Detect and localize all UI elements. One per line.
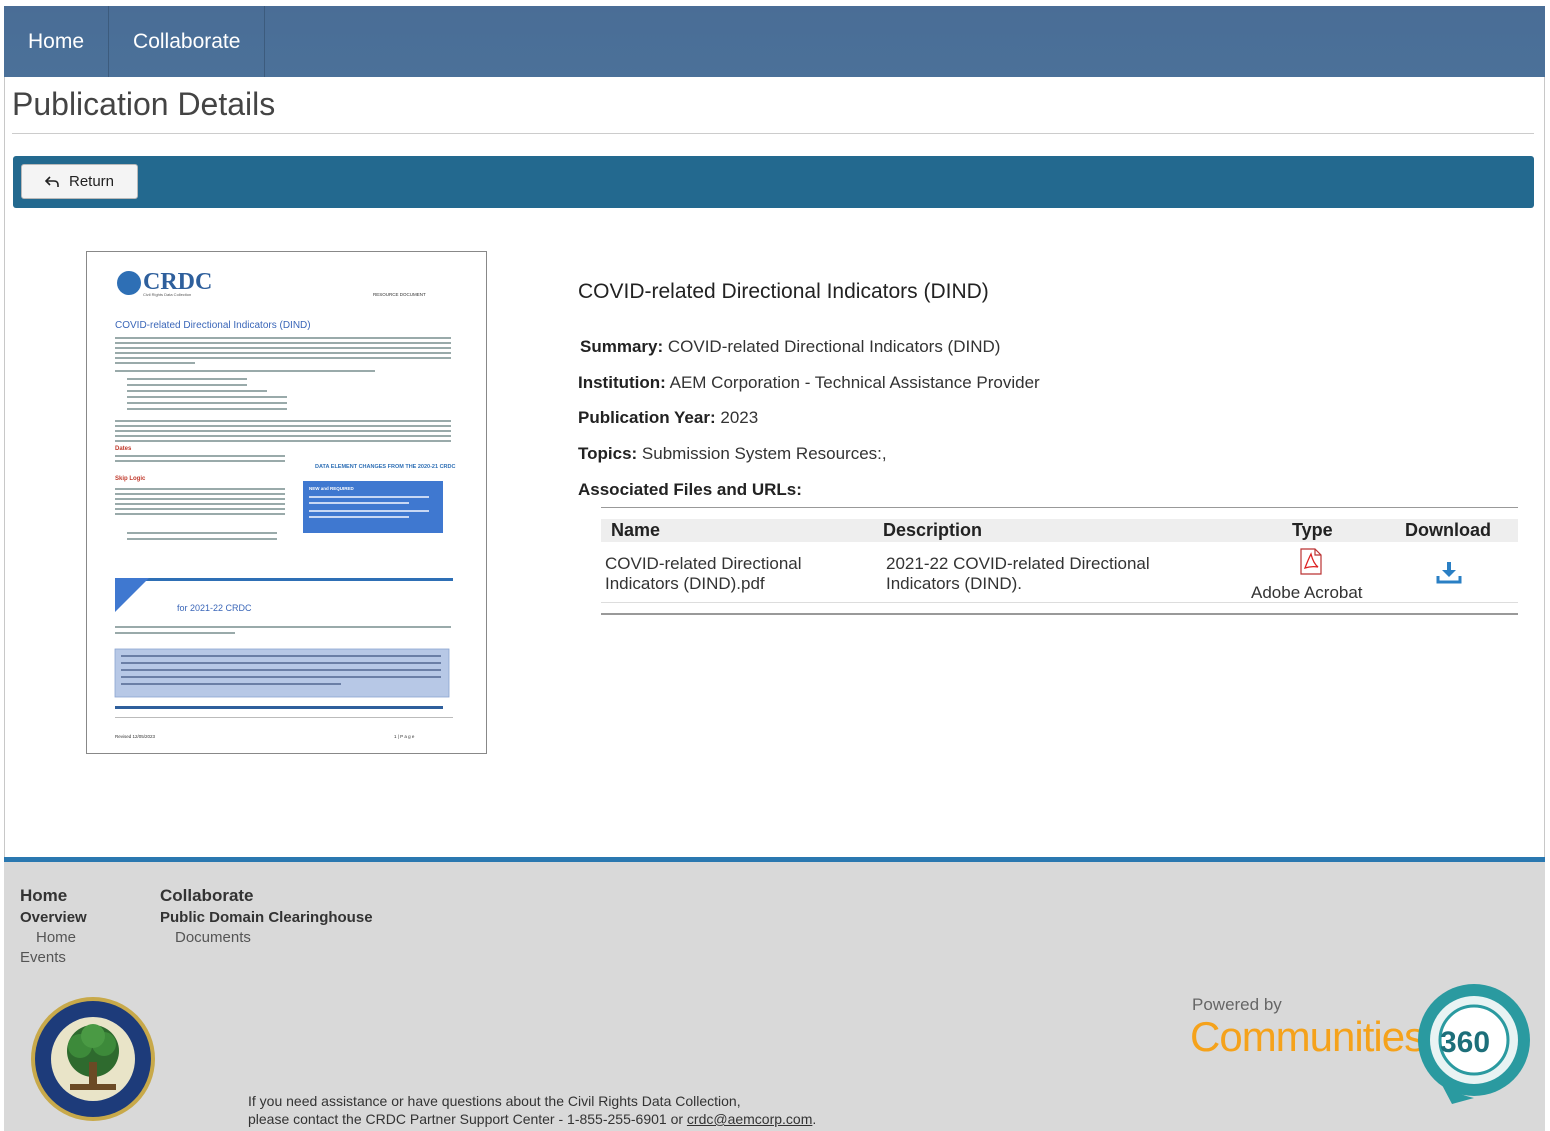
- year-value: 2023: [720, 408, 759, 427]
- institution-label: Institution:: [578, 373, 666, 392]
- pdf-icon: [1298, 548, 1324, 580]
- table-row-rule: [601, 602, 1518, 603]
- col-header-description: Description: [883, 520, 983, 540]
- col-header-type: Type: [1292, 520, 1333, 540]
- publication-title: COVID-related Directional Indicators (DI…: [578, 280, 989, 303]
- nav-home[interactable]: Home: [4, 6, 110, 77]
- footer-overview[interactable]: Overview: [20, 909, 87, 926]
- file-name-cell[interactable]: COVID-related Directional Indicators (DI…: [605, 554, 802, 594]
- assistance-line1: If you need assistance or have questions…: [248, 1093, 741, 1109]
- document-thumbnail[interactable]: CRDC Civil Rights Data Collection RESOUR…: [86, 251, 487, 754]
- institution-row: Institution: AEM Corporation - Technical…: [578, 373, 1040, 393]
- col-header-download: Download: [1405, 520, 1491, 540]
- file-type-label: Adobe Acrobat: [1251, 583, 1363, 602]
- footer-home-heading[interactable]: Home: [20, 886, 67, 906]
- footer-events-link[interactable]: Events: [20, 949, 66, 966]
- footer-clearinghouse[interactable]: Public Domain Clearinghouse: [160, 909, 373, 926]
- page-title: Publication Details: [12, 86, 276, 122]
- thumb-banner: [115, 578, 149, 612]
- table-header-row: [601, 519, 1518, 542]
- file-description-line1: 2021-22 COVID-related Directional: [886, 554, 1150, 573]
- footer: Home Overview Home Events Collaborate Pu…: [4, 857, 1545, 1131]
- thumb-section-dates: Dates: [115, 446, 132, 452]
- dept-education-seal: [30, 996, 156, 1127]
- file-description-cell: 2021-22 COVID-related Directional Indica…: [886, 554, 1150, 594]
- assistance-suffix: .: [812, 1111, 817, 1127]
- thumb-box-title: DATA ELEMENT CHANGES FROM THE 2020-21 CR…: [315, 464, 455, 470]
- year-row: Publication Year: 2023: [578, 408, 758, 428]
- crdc-logo-subtitle: Civil Rights Data Collection: [143, 292, 191, 297]
- thumb-footer-left: Revised 12/05/2023: [115, 734, 156, 739]
- file-name-line1: COVID-related Directional: [605, 554, 802, 573]
- summary-row: Summary: COVID-related Directional Indic…: [580, 337, 1000, 357]
- files-heading: Associated Files and URLs:: [578, 480, 802, 500]
- year-label: Publication Year:: [578, 408, 716, 427]
- assistance-text: If you need assistance or have questions…: [248, 1092, 816, 1128]
- thumb-changes-heading: for 2021-22 CRDC: [177, 603, 252, 613]
- download-icon[interactable]: [1436, 560, 1462, 589]
- footer-collaborate-heading[interactable]: Collaborate: [160, 886, 254, 906]
- file-description-line2: Indicators (DIND).: [886, 574, 1023, 593]
- table-top-rule: [601, 507, 1518, 508]
- summary-value: COVID-related Directional Indicators (DI…: [667, 337, 1001, 356]
- files-label: Associated Files and URLs:: [578, 480, 802, 499]
- brand-number: 360: [1440, 1026, 1491, 1059]
- resource-label: RESOURCE DOCUMENT: [373, 292, 426, 297]
- return-icon: [44, 175, 59, 187]
- summary-label: Summary:: [580, 337, 664, 356]
- nav-collaborate[interactable]: Collaborate: [109, 6, 266, 77]
- thumb-heading: COVID-related Directional Indicators (DI…: [115, 320, 311, 331]
- topics-value: Submission System Resources:,: [641, 444, 887, 463]
- divider: [12, 133, 1534, 134]
- file-name-line2: Indicators (DIND).pdf: [605, 574, 765, 593]
- powered-by-label: Powered by: [1192, 995, 1282, 1014]
- table-bottom-rule: [601, 613, 1518, 615]
- return-button[interactable]: Return: [21, 164, 138, 199]
- return-label: Return: [68, 173, 115, 190]
- top-nav: Home Collaborate: [4, 6, 1545, 77]
- assistance-line2: please contact the CRDC Partner Support …: [248, 1110, 816, 1128]
- assistance-line2-text: please contact the CRDC Partner Support …: [248, 1111, 687, 1127]
- thumb-section-skip: Skip Logic: [115, 476, 146, 482]
- return-bar: Return: [13, 156, 1534, 208]
- thumb-footer-right: 1 | P a g e: [394, 734, 415, 739]
- footer-home-link[interactable]: Home: [36, 929, 76, 946]
- communities-brand: Communities: [1190, 1013, 1425, 1060]
- footer-documents-link[interactable]: Documents: [175, 929, 251, 946]
- col-header-name: Name: [611, 520, 661, 540]
- crdc-logo-mark: [117, 271, 141, 295]
- thumb-box-sub: NEW and REQUIRED: [309, 486, 355, 491]
- document-preview: CRDC Civil Rights Data Collection RESOUR…: [114, 269, 455, 739]
- institution-value: AEM Corporation - Technical Assistance P…: [669, 373, 1040, 392]
- topics-row: Topics: Submission System Resources:,: [578, 444, 887, 464]
- topics-label: Topics:: [578, 444, 638, 463]
- support-email-link[interactable]: crdc@aemcorp.com: [687, 1111, 812, 1127]
